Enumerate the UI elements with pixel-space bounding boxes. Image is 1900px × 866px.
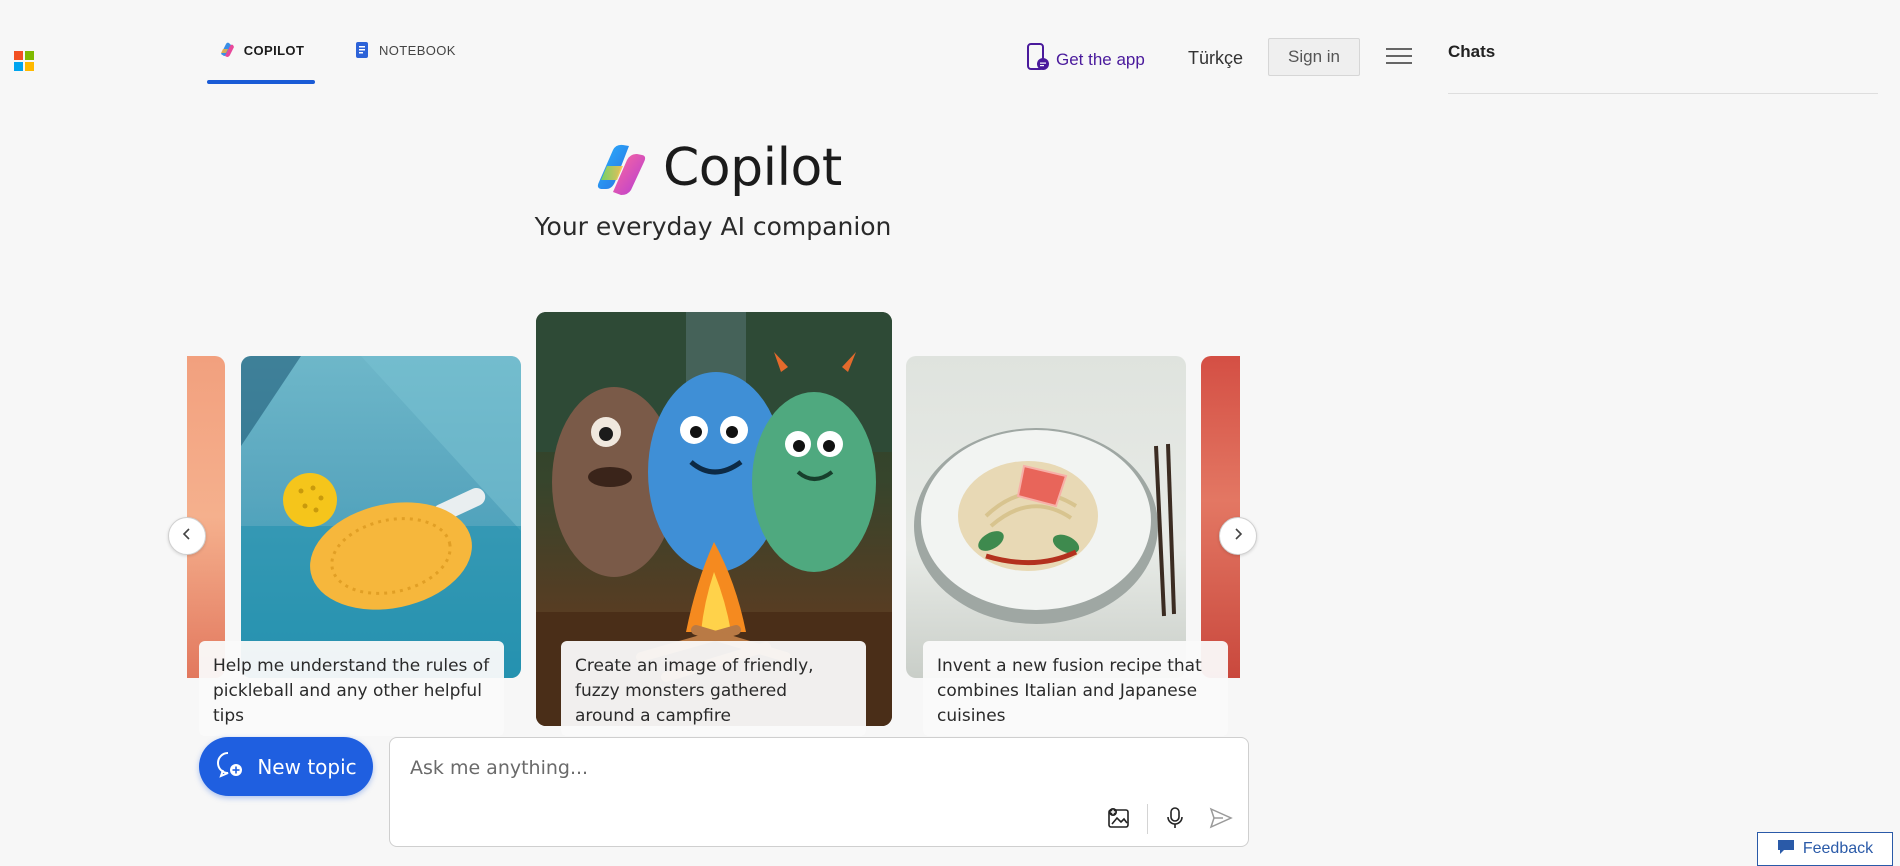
logo-square-blue <box>14 62 23 71</box>
ask-input[interactable] <box>408 752 1192 784</box>
menu-icon[interactable] <box>1386 48 1412 66</box>
tab-copilot[interactable]: COPILOT <box>207 42 315 84</box>
suggestion-caption-fusion[interactable]: Invent a new fusion recipe that combines… <box>923 641 1228 736</box>
tab-notebook[interactable]: NOTEBOOK <box>353 42 456 84</box>
add-image-icon[interactable] <box>1105 804 1133 832</box>
chats-divider <box>1448 93 1878 94</box>
copilot-icon <box>218 41 236 59</box>
get-the-app-label: Get the app <box>1056 49 1145 69</box>
language-switch[interactable]: Türkçe <box>1188 48 1243 69</box>
tab-copilot-label: COPILOT <box>243 43 305 58</box>
logo-square-green <box>25 51 34 60</box>
suggestion-caption-pickleball[interactable]: Help me understand the rules of pickleba… <box>199 641 504 736</box>
feedback-icon <box>1777 839 1795 860</box>
active-tab-indicator <box>207 80 315 84</box>
new-topic-label: New topic <box>257 754 357 779</box>
new-chat-icon <box>215 749 245 784</box>
toolbar-divider <box>1147 804 1148 834</box>
carousel-prev-button[interactable] <box>168 517 206 555</box>
tab-notebook-label: NOTEBOOK <box>379 43 456 58</box>
chevron-right-icon <box>1231 527 1245 546</box>
feedback-button[interactable]: Feedback <box>1757 832 1893 866</box>
copilot-logo-icon <box>593 142 649 196</box>
hero-subtitle: Your everyday AI companion <box>534 212 892 241</box>
microphone-icon[interactable] <box>1161 804 1189 832</box>
send-icon[interactable] <box>1207 804 1235 832</box>
card-fusion-dish-image[interactable] <box>906 356 1186 678</box>
carousel-next-button[interactable] <box>1219 517 1257 555</box>
logo-square-red <box>14 51 23 60</box>
composer-box <box>389 737 1249 847</box>
card-pickleball-image[interactable] <box>241 356 521 678</box>
new-topic-button[interactable]: New topic <box>199 737 373 796</box>
suggestion-carousel: Help me understand the rules of pickleba… <box>187 310 1240 740</box>
logo-square-yellow <box>25 62 34 71</box>
microsoft-logo[interactable] <box>14 51 34 71</box>
chevron-left-icon <box>180 527 194 546</box>
phone-chat-icon <box>1026 42 1050 77</box>
sign-in-button[interactable]: Sign in <box>1268 38 1360 76</box>
get-the-app-link[interactable]: Get the app <box>1026 42 1145 77</box>
suggestion-caption-monsters[interactable]: Create an image of friendly, fuzzy monst… <box>561 641 866 736</box>
hero-title: Copilot <box>663 138 842 198</box>
chats-title: Chats <box>1448 42 1496 61</box>
notebook-icon <box>353 41 371 59</box>
feedback-label: Feedback <box>1802 840 1874 857</box>
